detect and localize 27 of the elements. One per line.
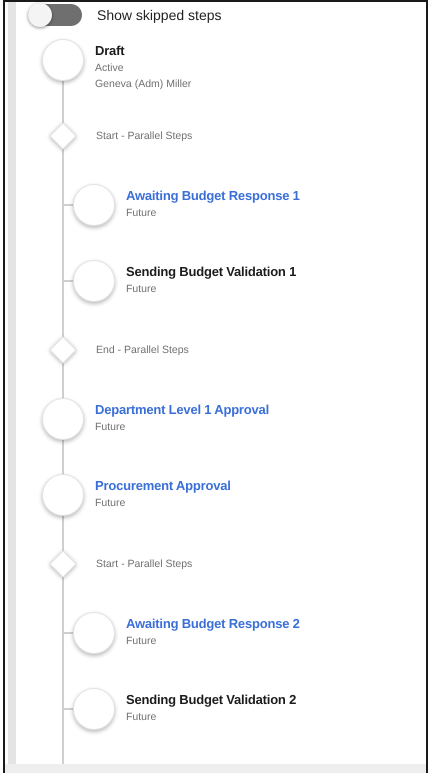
step-detail: Active — [95, 62, 125, 74]
step-link[interactable]: Awaiting Budget Response 2 — [126, 616, 300, 631]
step-marker — [73, 612, 115, 654]
step-detail: Future — [95, 497, 126, 509]
step-marker — [73, 688, 115, 730]
toggle-label: Show skipped steps — [97, 6, 222, 22]
step-detail: Geneva (Adm) Miller — [95, 78, 192, 90]
step-detail: Future — [126, 207, 158, 219]
step-detail: Future — [95, 421, 126, 433]
step-link[interactable]: Department Level 1 Approval — [95, 402, 270, 417]
step-title: Sending Budget Validation 1 — [126, 264, 296, 279]
step-title: Draft — [95, 43, 126, 58]
toggle-switch[interactable] — [28, 4, 82, 26]
step-detail: Future — [126, 635, 158, 647]
gateway-label: Start - Parallel Steps — [96, 558, 192, 570]
step-detail: Future — [126, 711, 158, 723]
gateway-label: End - Parallel Steps — [96, 344, 189, 356]
gateway-label: Start - Parallel Steps — [96, 130, 192, 142]
step-title: Sending Budget Validation 2 — [126, 692, 296, 707]
step-marker — [42, 39, 84, 81]
step-detail: Future — [126, 283, 158, 295]
step-link[interactable]: Procurement Approval — [95, 478, 231, 493]
step-marker — [42, 398, 84, 440]
step-marker — [73, 260, 115, 302]
step-link[interactable]: Awaiting Budget Response 1 — [126, 188, 300, 203]
step-marker — [73, 184, 115, 226]
step-marker — [42, 474, 84, 516]
